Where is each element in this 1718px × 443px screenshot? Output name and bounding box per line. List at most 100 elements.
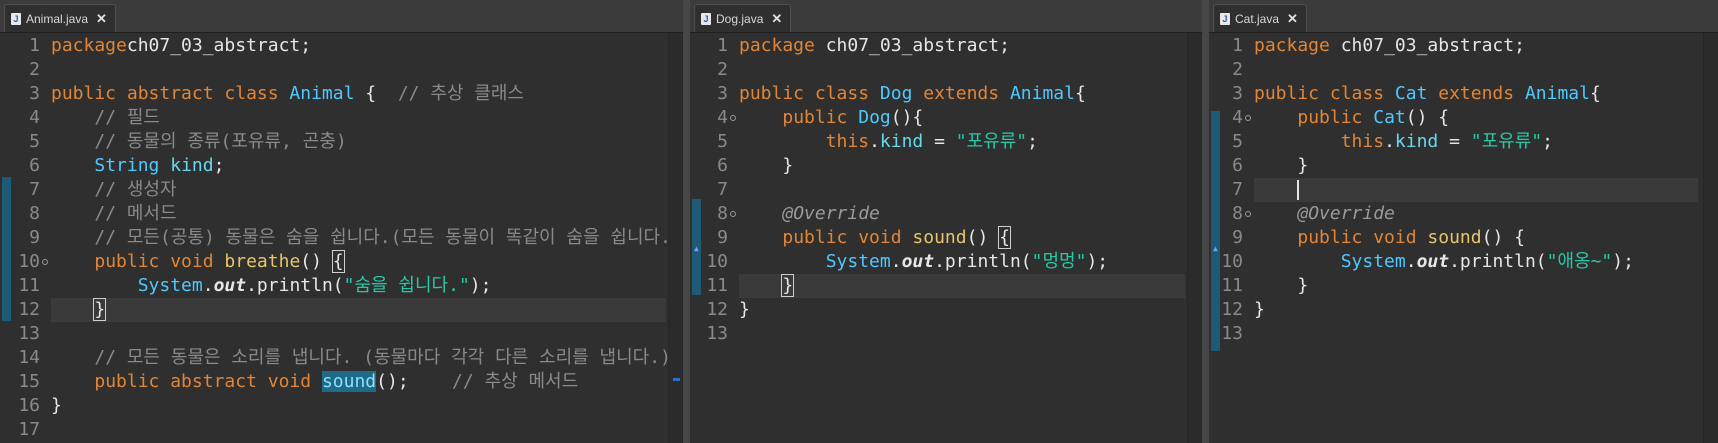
code-line[interactable]: public class Dog extends Animal{ [739, 82, 1185, 106]
code-line[interactable]: } [51, 394, 666, 418]
code-text[interactable]: package ch07_03_abstract;public class Do… [739, 33, 1185, 443]
code-token: "포유류" [1470, 131, 1543, 152]
code-line[interactable]: public void sound() { [1254, 226, 1698, 250]
close-icon[interactable]: ✕ [1287, 11, 1298, 27]
tab-cat-java[interactable]: J Cat.java ✕ [1213, 4, 1307, 32]
code-token: kind [170, 155, 214, 176]
code-line[interactable] [51, 418, 666, 442]
code-line[interactable]: } [1254, 154, 1698, 178]
code-line[interactable]: public void breathe() { [51, 250, 666, 274]
java-file-icon: J [11, 12, 21, 25]
line-number: 13 [18, 323, 40, 344]
vertical-scrollbar[interactable] [1703, 33, 1718, 443]
code-line[interactable]: } [1254, 298, 1698, 322]
code-text[interactable]: package ch07_03_abstract;public class Ca… [1254, 33, 1698, 443]
code-line[interactable] [739, 178, 1185, 202]
close-icon[interactable]: ✕ [96, 11, 107, 27]
code-line[interactable]: public Dog(){ [739, 106, 1185, 130]
code-token: } [1254, 155, 1309, 176]
code-line[interactable]: // 필드 [51, 106, 666, 130]
tab-label: Cat.java [1235, 11, 1280, 26]
code-line[interactable]: this.kind = "포유류"; [739, 130, 1185, 154]
code-token: ; [1027, 131, 1038, 152]
code-line[interactable]: } [51, 298, 666, 322]
vertical-scrollbar[interactable] [668, 33, 683, 443]
code-line[interactable] [1254, 58, 1698, 82]
code-line[interactable]: // 동물의 종류(포유류, 곤충) [51, 130, 666, 154]
code-line[interactable]: @Override [1254, 202, 1698, 226]
pane-divider[interactable] [1202, 0, 1209, 443]
code-line[interactable]: } [739, 298, 1185, 322]
code-line[interactable]: // 모든 동물은 소리를 냅니다. (동물마다 각각 다른 소리를 냅니다.) [51, 346, 671, 370]
fold-toggle-icon[interactable] [730, 115, 736, 121]
code-token: // 추상 클래스 [397, 83, 524, 104]
code-token: public void [94, 251, 214, 272]
tab-animal-java[interactable]: J Animal.java ✕ [4, 4, 116, 32]
code-line[interactable]: packagech07_03_abstract; [51, 34, 666, 58]
line-number: 2 [1232, 59, 1243, 80]
line-number: 16 [18, 395, 40, 416]
line-number: 12 [706, 299, 728, 320]
line-number: 2 [717, 59, 728, 80]
code-line[interactable]: public abstract void sound(); // 추상 메서드 [51, 370, 666, 394]
code-line[interactable]: public abstract class Animal { // 추상 클래스 [51, 82, 666, 106]
line-number: 14 [18, 347, 40, 368]
code-line[interactable]: System.out.println("멍멍"); [739, 250, 1185, 274]
code-line[interactable]: // 메서드 [51, 202, 666, 226]
code-token: .println( [246, 275, 344, 296]
code-line[interactable]: } [1254, 274, 1698, 298]
tab-dog-java[interactable]: J Dog.java ✕ [694, 4, 792, 32]
code-editor[interactable]: ▲ 1 2 3 4 5 6 7 8 9 10 11 12 13 package ch07_03_abst… [1209, 33, 1718, 443]
code-line[interactable]: System.out.println("애옹~"); [1254, 250, 1698, 274]
fold-toggle-icon[interactable] [730, 211, 736, 217]
code-token: ; [1542, 131, 1553, 152]
line-number: 7 [29, 179, 40, 200]
code-token: "포유류" [955, 131, 1028, 152]
tab-bar: J Dog.java ✕ [690, 0, 1202, 33]
code-line[interactable]: } [739, 274, 1185, 298]
code-line[interactable]: package ch07_03_abstract; [1254, 34, 1698, 58]
code-token: () [966, 227, 1000, 248]
tab-label: Animal.java [26, 11, 89, 26]
pane-divider[interactable] [683, 0, 690, 443]
code-token: public class [739, 83, 870, 104]
code-line[interactable]: public class Cat extends Animal{ [1254, 82, 1698, 106]
close-icon[interactable]: ✕ [771, 11, 782, 27]
code-line[interactable] [739, 58, 1185, 82]
code-editor[interactable]: ▲ 1 2 3 4 5 6 7 8 9 10 11 12 13 package ch07_03_abst… [690, 33, 1202, 443]
code-line[interactable]: // 모든(공통) 동물은 숨을 쉽니다.(모든 동물이 똑같이 숨을 쉽니다.… [51, 226, 681, 250]
code-token: { [354, 83, 398, 104]
code-line[interactable]: // 생성자 [51, 178, 666, 202]
code-line[interactable] [51, 58, 666, 82]
code-line[interactable] [1254, 178, 1698, 202]
code-line[interactable]: System.out.println("숨을 쉽니다."); [51, 274, 666, 298]
code-line[interactable]: package ch07_03_abstract; [739, 34, 1185, 58]
fold-toggle-icon[interactable] [42, 259, 48, 265]
code-line[interactable] [51, 322, 666, 346]
code-editor[interactable]: 1 2 3 4 5 6 7 8 9 10 11 12 13 14 15 16 17 packagech07_03… [0, 33, 683, 443]
code-token: .println( [1449, 251, 1547, 272]
code-line[interactable]: @Override [739, 202, 1185, 226]
vertical-scrollbar[interactable] [1187, 33, 1202, 443]
code-line[interactable]: String kind; [51, 154, 666, 178]
code-line[interactable] [1254, 322, 1698, 346]
code-line[interactable]: this.kind = "포유류"; [1254, 130, 1698, 154]
code-token: = [1438, 131, 1471, 152]
code-token: ; [213, 155, 225, 176]
code-line[interactable]: } [739, 154, 1185, 178]
fold-toggle-icon[interactable] [1245, 211, 1251, 217]
code-line[interactable] [739, 322, 1185, 346]
code-token: package [1254, 35, 1330, 56]
fold-toggle-icon[interactable] [1245, 115, 1251, 121]
tab-bar: J Animal.java ✕ [0, 0, 683, 33]
code-line[interactable]: public void sound() { [739, 226, 1185, 250]
code-token: () { [1481, 227, 1525, 248]
line-number: 4 [717, 107, 728, 128]
code-line[interactable]: public Cat() { [1254, 106, 1698, 130]
code-text[interactable]: packagech07_03_abstract;public abstract … [51, 33, 682, 443]
code-token: kind [879, 131, 924, 152]
